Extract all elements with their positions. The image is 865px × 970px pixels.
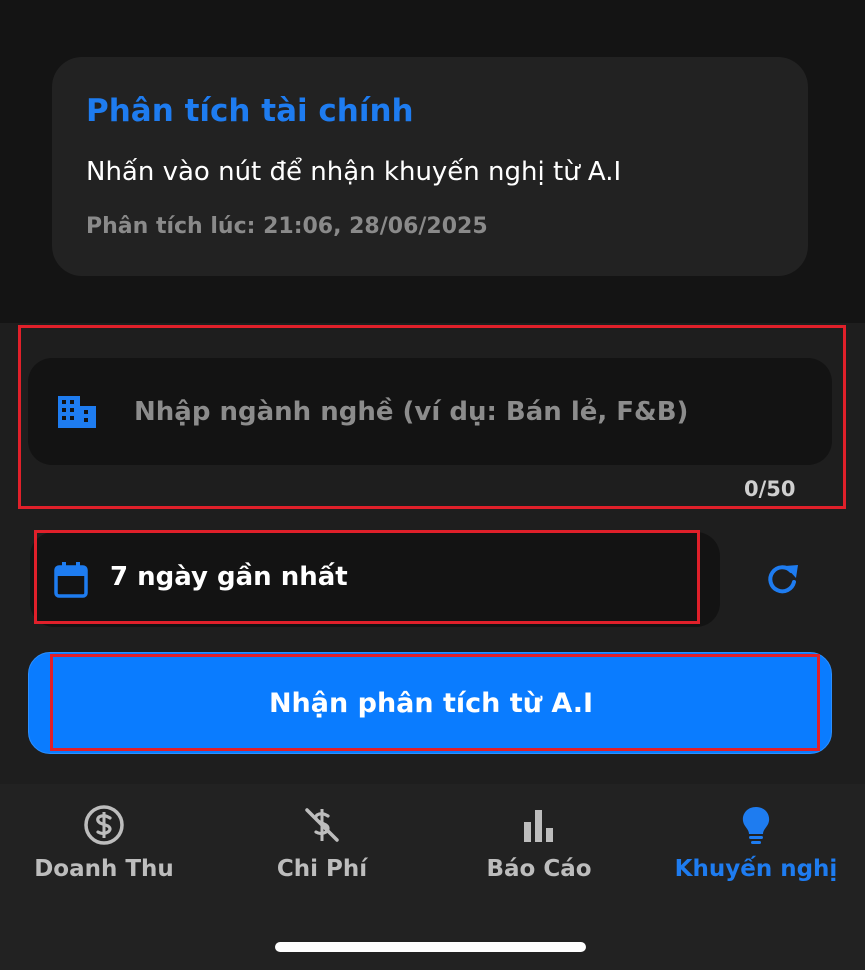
nav-label-khuyen-nghi: Khuyến nghị [674,856,838,882]
get-ai-analysis-button[interactable]: Nhận phân tích từ A.I [28,652,832,754]
date-range-label: 7 ngày gần nhất [110,562,348,592]
nav-item-bao-cao[interactable]: Báo Cáo [482,804,596,882]
nav-label-chi-phi: Chi Phí [276,856,368,882]
char-counter: 0/50 [744,477,796,501]
home-indicator[interactable] [275,942,586,952]
building-icon [58,396,96,428]
bar-chart-icon [524,810,553,842]
card-title: Phân tích tài chính [86,93,414,129]
analysis-card: Phân tích tài chính Nhấn vào nút để nhận… [52,57,808,276]
refresh-icon[interactable] [763,560,803,600]
get-ai-analysis-label: Nhận phân tích từ A.I [268,688,594,719]
dollar-circle-icon [84,805,124,845]
analysis-timestamp: Phân tích lúc: 21:06, 28/06/2025 [86,214,488,239]
date-range-selector[interactable]: 7 ngày gần nhất [30,532,720,627]
nav-label-bao-cao: Báo Cáo [486,856,592,882]
card-description: Nhấn vào nút để nhận khuyến nghị từ A.I [86,157,622,187]
industry-input[interactable] [134,358,814,465]
industry-field[interactable] [28,358,832,465]
nav-item-doanh-thu[interactable]: Doanh Thu [33,804,175,882]
lightbulb-icon [742,807,770,844]
nav-item-chi-phi[interactable]: Chi Phí [270,804,374,882]
nav-label-doanh-thu: Doanh Thu [34,856,174,882]
nav-item-khuyen-nghi[interactable]: Khuyến nghị [666,804,846,882]
calendar-icon [54,562,88,598]
dollar-off-icon [305,808,339,842]
header-area: Phân tích tài chính Nhấn vào nút để nhận… [0,0,865,323]
